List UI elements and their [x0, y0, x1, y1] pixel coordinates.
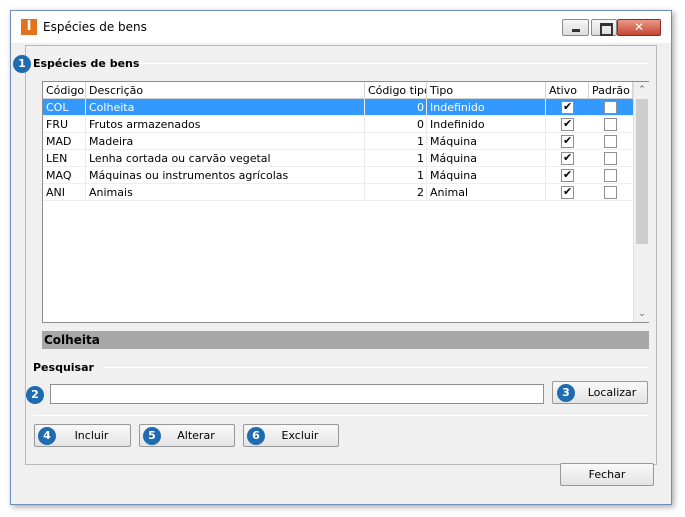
table-row[interactable]: ANI Animais 2 Animal	[43, 184, 633, 201]
padrao-checkbox[interactable]	[604, 186, 617, 199]
table-row[interactable]: MAD Madeira 1 Máquina	[43, 133, 633, 150]
ativo-checkbox[interactable]	[561, 185, 574, 199]
excluir-label: Excluir	[281, 429, 319, 442]
scroll-down-icon[interactable]: ⌄	[634, 306, 650, 322]
localizar-label: Localizar	[587, 386, 637, 399]
padrao-checkbox[interactable]	[604, 169, 617, 182]
cell-codigo: FRU	[43, 116, 86, 133]
cell-codigo: LEN	[43, 150, 86, 167]
alterar-button[interactable]: 5 Alterar	[139, 424, 235, 447]
ativo-checkbox[interactable]	[561, 117, 574, 131]
close-icon: ✕	[633, 20, 645, 34]
step-badge-3: 3	[557, 384, 575, 402]
section-title-especies: Espécies de bens	[33, 57, 140, 70]
maximize-button[interactable]	[591, 19, 617, 36]
table-row[interactable]: FRU Frutos armazenados 0 Indefinido	[43, 116, 633, 133]
padrao-checkbox[interactable]	[604, 135, 617, 148]
ativo-checkbox[interactable]	[561, 100, 574, 114]
cell-codigo-tipo: 1	[365, 167, 427, 184]
search-section-title: Pesquisar	[33, 361, 94, 374]
cell-codigo: MAQ	[43, 167, 86, 184]
cell-tipo: Máquina	[427, 167, 546, 184]
fechar-button[interactable]: Fechar	[560, 463, 654, 486]
ativo-checkbox[interactable]	[561, 134, 574, 148]
incluir-label: Incluir	[74, 429, 109, 442]
cell-codigo-tipo: 1	[365, 133, 427, 150]
scroll-thumb[interactable]	[636, 99, 648, 244]
cell-codigo-tipo: 1	[365, 150, 427, 167]
padrao-checkbox[interactable]	[604, 152, 617, 165]
table-row[interactable]: LEN Lenha cortada ou carvão vegetal 1 Máqui…	[43, 150, 633, 167]
localizar-button[interactable]: 3 Localizar	[552, 381, 648, 404]
minimize-button[interactable]	[562, 19, 589, 36]
col-header-codigo-tipo[interactable]: Código tipo	[365, 82, 427, 99]
padrao-checkbox[interactable]	[604, 118, 617, 131]
actions-divider	[33, 415, 648, 416]
col-header-ativo[interactable]: Ativo	[546, 82, 589, 99]
grid-header: Código Descrição Código tipo Tipo Ativo …	[43, 82, 633, 99]
excluir-button[interactable]: 6 Excluir	[243, 424, 339, 447]
ativo-checkbox[interactable]	[561, 168, 574, 182]
window-title: Espécies de bens	[43, 20, 147, 34]
incluir-button[interactable]: 4 Incluir	[34, 424, 131, 447]
cell-tipo: Máquina	[427, 133, 546, 150]
vertical-scrollbar[interactable]: ⌃ ⌄	[633, 82, 649, 322]
cell-descricao: Animais	[86, 184, 365, 201]
cell-codigo: ANI	[43, 184, 86, 201]
ativo-checkbox[interactable]	[561, 151, 574, 165]
cell-descricao: Frutos armazenados	[86, 116, 365, 133]
cell-tipo: Indefinido	[427, 99, 546, 116]
selected-item-label: Colheita	[42, 331, 649, 349]
cell-codigo: MAD	[43, 133, 86, 150]
table-row[interactable]: MAQ Máquinas ou instrumentos agrícolas 1 Má…	[43, 167, 633, 184]
cell-codigo-tipo: 0	[365, 116, 427, 133]
search-input[interactable]	[50, 384, 544, 404]
step-badge-1: 1	[13, 55, 31, 73]
alterar-label: Alterar	[177, 429, 215, 442]
cell-codigo-tipo: 0	[365, 99, 427, 116]
step-badge-2: 2	[26, 386, 44, 404]
col-header-codigo[interactable]: Código	[43, 82, 86, 99]
especies-grid[interactable]: Código Descrição Código tipo Tipo Ativo …	[42, 81, 649, 323]
cell-tipo: Indefinido	[427, 116, 546, 133]
cell-descricao: Máquinas ou instrumentos agrícolas	[86, 167, 365, 184]
cell-descricao: Colheita	[86, 99, 365, 116]
cell-codigo-tipo: 2	[365, 184, 427, 201]
table-row[interactable]: COL Colheita 0 Indefinido	[43, 99, 633, 116]
col-header-descricao[interactable]: Descrição	[86, 82, 365, 99]
scroll-up-icon[interactable]: ⌃	[634, 82, 650, 98]
cell-tipo: Animal	[427, 184, 546, 201]
cell-tipo: Máquina	[427, 150, 546, 167]
search-divider	[103, 367, 648, 368]
cell-codigo: COL	[43, 99, 86, 116]
title-bar[interactable]: I Espécies de bens ✕	[11, 11, 671, 43]
dialog-window: I Espécies de bens ✕ 1 Espécies de bens …	[10, 10, 672, 505]
section-divider	[140, 63, 648, 64]
app-logo-icon: I	[21, 19, 37, 35]
cell-descricao: Lenha cortada ou carvão vegetal	[86, 150, 365, 167]
close-window-button[interactable]: ✕	[617, 19, 661, 36]
col-header-padrao[interactable]: Padrão	[589, 82, 633, 99]
padrao-checkbox[interactable]	[604, 101, 617, 114]
col-header-tipo[interactable]: Tipo	[427, 82, 546, 99]
cell-descricao: Madeira	[86, 133, 365, 150]
